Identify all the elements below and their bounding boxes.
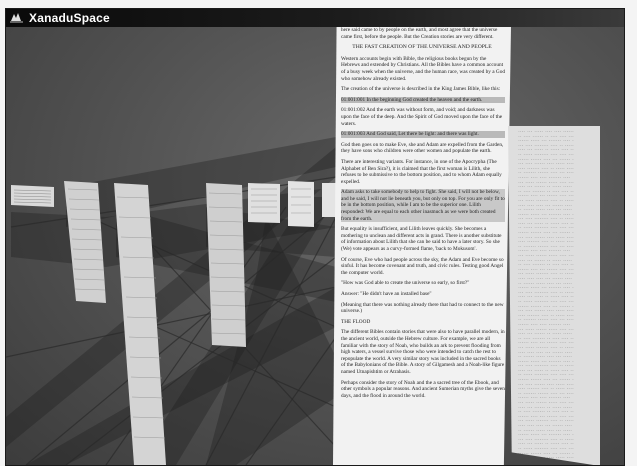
doc-heading: THE FAST CREATION OF THE UNIVERSE AND PE…: [352, 44, 492, 51]
right-document-page[interactable]: ---- --- ----- ---- ---- ------ -- ---- -…: [508, 126, 600, 465]
doc-para-4: There are interesting variants. For inst…: [341, 158, 502, 185]
xanadu-app-icon[interactable]: [8, 9, 26, 27]
doc-verse-3[interactable]: 01:001:003 And God said, Let there be li…: [341, 131, 505, 138]
doc-para-3: God then goes on to make Eve, she and Ad…: [341, 141, 504, 155]
doc-heading-2: THE FLOOD: [341, 318, 371, 325]
right-doc-lines: ---- --- ----- ---- ---- ------ -- ---- -…: [508, 126, 600, 465]
xanaduspace-window: XanaduSpace here said came to by people …: [5, 8, 625, 466]
doc-quote-1: "How was God able to create the universe…: [341, 280, 470, 287]
main-document-page[interactable]: here said came to by people on the earth…: [333, 27, 511, 465]
doc-panel-small-3[interactable]: [288, 181, 314, 227]
doc-panel-small-4[interactable]: [322, 183, 336, 217]
doc-para-10: Perhaps consider the story of Noah and t…: [341, 379, 505, 399]
doc-para-5[interactable]: Adam asks to take somebody to help to fi…: [341, 189, 505, 223]
title-bar[interactable]: XanaduSpace: [6, 9, 624, 27]
doc-intro: here said came to by people on the earth…: [341, 27, 498, 40]
doc-panel-mid[interactable]: [206, 183, 247, 347]
doc-verse-1[interactable]: 01:001:001 In the beginning God created …: [341, 96, 505, 104]
doc-panel-small-2[interactable]: [248, 183, 280, 223]
window-title: XanaduSpace: [29, 11, 110, 25]
doc-para-1: Western accounts begin with Bible, the r…: [341, 55, 505, 82]
doc-para-7: Of course, Eve who had people across the…: [341, 256, 504, 276]
doc-para-2: The creation of the universe is describe…: [341, 86, 501, 93]
3d-document-space[interactable]: here said came to by people on the earth…: [6, 27, 624, 465]
doc-para-9: The different Bibles contain stories tha…: [341, 329, 505, 375]
doc-verse-2[interactable]: 01:001:002 And the earth was without for…: [341, 107, 505, 127]
doc-para-6: But equality is insufficient, and Lilith…: [341, 226, 502, 253]
doc-panel-small-1[interactable]: [11, 185, 54, 207]
doc-quote-2: Answer: "He didn't have an installed bas…: [341, 291, 432, 297]
doc-para-8: (Meaning that there was nothing already …: [341, 301, 504, 315]
